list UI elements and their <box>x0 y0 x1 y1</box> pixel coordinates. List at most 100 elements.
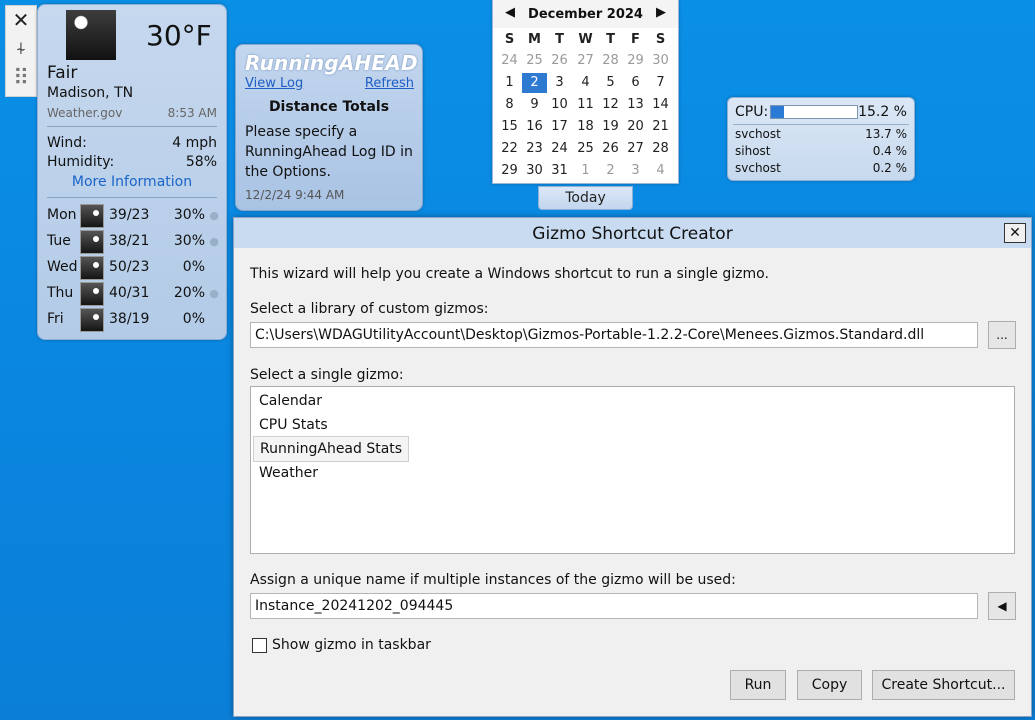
calendar-day[interactable]: 5 <box>598 73 623 93</box>
weekday-header: W <box>578 32 593 47</box>
calendar-day[interactable]: 26 <box>547 51 572 71</box>
calendar-day-selected[interactable]: 2 <box>522 73 547 93</box>
calendar-day[interactable]: 3 <box>547 73 572 93</box>
gizmo-list[interactable]: Calendar CPU Stats RunningAhead Stats We… <box>250 386 1015 554</box>
view-log-link[interactable]: View Log <box>245 76 303 91</box>
wind-value: 4 mph <box>172 135 217 151</box>
process-name: svchost <box>735 161 781 175</box>
calendar-day[interactable]: 18 <box>573 117 598 137</box>
calendar-day[interactable]: 12 <box>598 95 623 115</box>
today-button[interactable]: Today <box>538 186 633 210</box>
calendar-day[interactable]: 30 <box>648 51 673 71</box>
calendar-day[interactable]: 29 <box>497 161 522 181</box>
raindrop-icon: ● <box>209 287 219 300</box>
next-month-icon[interactable]: ▶ <box>656 5 666 20</box>
clear-night-icon <box>80 204 104 228</box>
calendar-day[interactable]: 8 <box>497 95 522 115</box>
calendar-day[interactable]: 4 <box>573 73 598 93</box>
runningahead-message: Please specify a RunningAhead Log ID in … <box>245 124 413 180</box>
calendar-day[interactable]: 27 <box>573 51 598 71</box>
show-in-taskbar-label: Show gizmo in taskbar <box>272 637 431 653</box>
forecast-temps: 40/31 <box>109 285 150 301</box>
calendar-month-label: December 2024 <box>528 7 643 22</box>
forecast-temps: 38/21 <box>109 233 150 249</box>
calendar-day[interactable]: 23 <box>522 139 547 159</box>
dialog-titlebar[interactable]: Gizmo Shortcut Creator ✕ <box>234 218 1031 248</box>
instance-menu-button[interactable]: ◀ <box>988 592 1016 620</box>
list-item[interactable]: Calendar <box>253 389 328 413</box>
calendar-day[interactable]: 1 <box>497 73 522 93</box>
list-item[interactable]: Weather <box>253 461 324 485</box>
forecast-row: Wed 50/23 0% <box>47 256 235 280</box>
close-icon[interactable]: ✕ <box>6 8 36 32</box>
current-condition: Fair <box>47 63 78 83</box>
calendar-day[interactable]: 20 <box>623 117 648 137</box>
show-in-taskbar-checkbox[interactable] <box>252 638 267 653</box>
gadget-toolbar: ✕ ⍭ ⠿ <box>5 5 37 97</box>
calendar-day[interactable]: 15 <box>497 117 522 137</box>
calendar-day[interactable]: 25 <box>522 51 547 71</box>
calendar-day[interactable]: 29 <box>623 51 648 71</box>
calendar-day[interactable]: 27 <box>623 139 648 159</box>
raindrop-icon: ● <box>209 235 219 248</box>
process-usage: 13.7 % <box>865 127 907 141</box>
distance-totals-title: Distance Totals <box>268 99 390 115</box>
gizmo-list-label: Select a single gizmo: <box>250 367 404 383</box>
calendar-day[interactable]: 16 <box>522 117 547 137</box>
calendar-day[interactable]: 26 <box>598 139 623 159</box>
divider <box>733 124 909 125</box>
list-item-selected[interactable]: RunningAhead Stats <box>253 436 410 462</box>
forecast-day: Thu <box>47 285 74 301</box>
browse-button[interactable]: ... <box>988 321 1016 349</box>
calendar-day[interactable]: 31 <box>547 161 572 181</box>
calendar-day[interactable]: 7 <box>648 73 673 93</box>
calendar-day[interactable]: 28 <box>598 51 623 71</box>
instance-label: Assign a unique name if multiple instanc… <box>250 572 736 588</box>
forecast-row: Tue 38/21 30% ● <box>47 230 235 254</box>
calendar-day[interactable]: 10 <box>547 95 572 115</box>
calendar-day[interactable]: 24 <box>547 139 572 159</box>
weekday-header: T <box>606 32 615 47</box>
raindrop-icon: ● <box>209 209 219 222</box>
calendar-day[interactable]: 24 <box>497 51 522 71</box>
forecast-temps: 38/19 <box>109 311 150 327</box>
calendar-day[interactable]: 2 <box>598 161 623 181</box>
refresh-link[interactable]: Refresh <box>365 76 414 91</box>
updated-time: 8:53 AM <box>167 106 217 120</box>
calendar-day[interactable]: 14 <box>648 95 673 115</box>
list-item[interactable]: CPU Stats <box>253 413 334 437</box>
calendar-day[interactable]: 28 <box>648 139 673 159</box>
forecast-day: Wed <box>47 259 78 275</box>
create-shortcut-button[interactable]: Create Shortcut... <box>872 670 1015 700</box>
location: Madison, TN <box>47 85 134 101</box>
calendar-day[interactable]: 22 <box>497 139 522 159</box>
close-icon[interactable]: ✕ <box>1004 223 1026 243</box>
calendar-day[interactable]: 11 <box>573 95 598 115</box>
calendar-day[interactable]: 25 <box>573 139 598 159</box>
divider <box>47 126 217 127</box>
calendar-day[interactable]: 30 <box>522 161 547 181</box>
intro-text: This wizard will help you create a Windo… <box>250 266 769 282</box>
copy-button[interactable]: Copy <box>797 670 862 700</box>
calendar-day[interactable]: 13 <box>623 95 648 115</box>
forecast-precip: 30% <box>173 233 205 249</box>
library-path-input[interactable] <box>250 322 978 348</box>
process-usage: 0.2 % <box>872 161 907 175</box>
calendar-day[interactable]: 19 <box>598 117 623 137</box>
calendar-day[interactable]: 21 <box>648 117 673 137</box>
forecast-row: Mon 39/23 30% ● <box>47 204 235 228</box>
forecast-precip: 0% <box>182 259 205 275</box>
cpu-usage-value: 15.2 % <box>858 104 907 120</box>
gadget-options-icon[interactable]: ⍭ <box>6 39 36 59</box>
calendar-day[interactable]: 1 <box>573 161 598 181</box>
calendar-day[interactable]: 4 <box>648 161 673 181</box>
calendar-day[interactable]: 6 <box>623 73 648 93</box>
run-button[interactable]: Run <box>730 670 786 700</box>
calendar-day[interactable]: 9 <box>522 95 547 115</box>
calendar-day[interactable]: 17 <box>547 117 572 137</box>
instance-name-input[interactable] <box>250 593 978 619</box>
calendar-day[interactable]: 3 <box>623 161 648 181</box>
drag-handle-icon[interactable]: ⠿ <box>6 66 36 91</box>
weather-source: Weather.gov <box>47 106 123 120</box>
more-information-link[interactable]: More Information <box>38 174 226 190</box>
